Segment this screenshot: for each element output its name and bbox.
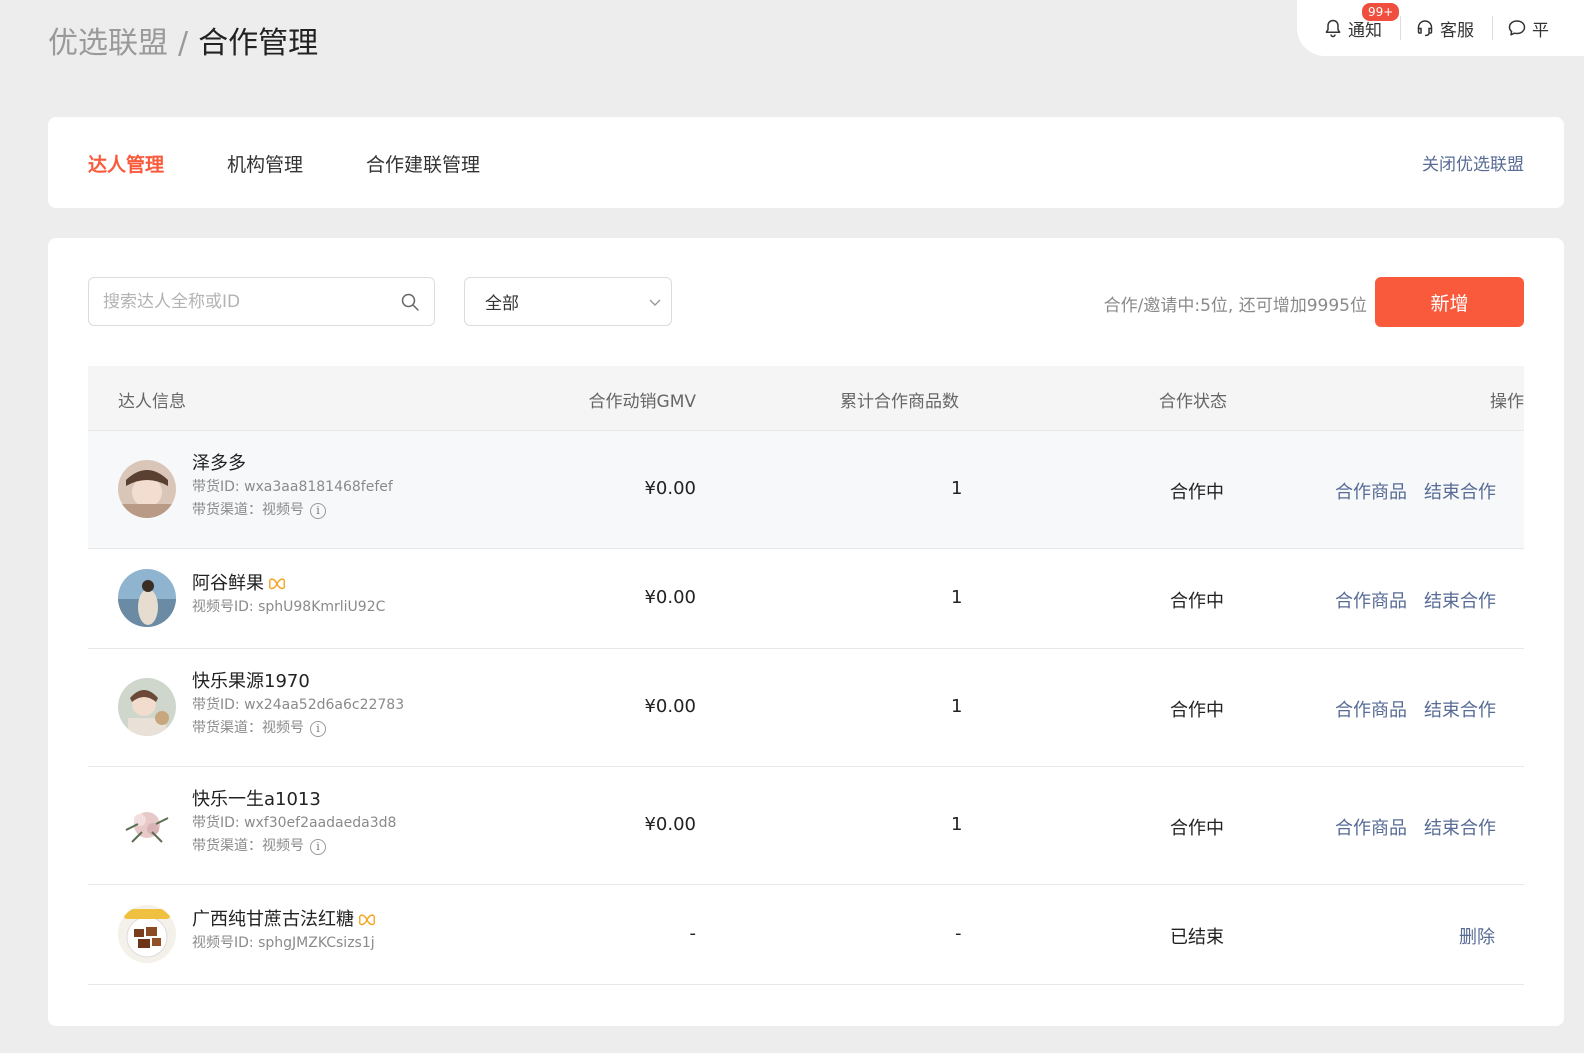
col-header-status: 合作状态 [1159,392,1227,412]
influencer-info: 阿谷鲜果 视频号ID: sphU98KmrliU92C [192,572,385,619]
butterfly-badge-icon [358,914,376,926]
search-box [88,277,435,326]
cooperation-products-link[interactable]: 合作商品 [1335,696,1407,722]
tab-agency-management[interactable]: 机构管理 [227,150,303,177]
gmv-value: ¥0.00 [644,696,696,717]
topbar-divider [1400,16,1401,40]
chat-bubble-icon [1508,20,1526,36]
col-header-actions: 操作 [1490,392,1524,412]
influencer-id: 视频号ID: sphgJMZKCsizs1j [192,935,375,951]
search-input[interactable] [103,291,400,312]
butterfly-badge-icon [268,578,286,590]
influencer-table: 达人信息 合作动销GMV 累计合作商品数 合作状态 操作 泽多多 带货ID: w… [88,366,1524,985]
table-row: 广西纯甘蔗古法红糖 视频号ID: sphgJMZKCsizs1j - - 已结束… [88,885,1524,985]
influencer-info: 快乐一生a1013 带货ID: wxf30ef2aadaeda3d8 带货渠道：… [192,788,396,858]
product-count-value: 1 [951,814,963,835]
influencer-channel: 带货渠道：视频号 i [192,835,396,858]
channel-text: 带货渠道：视频号 [192,720,304,736]
end-cooperation-link[interactable]: 结束合作 [1424,587,1496,613]
influencer-name: 阿谷鲜果 [192,573,264,594]
col-header-product-count: 累计合作商品数 [840,392,959,412]
gmv-value: ¥0.00 [644,814,696,835]
headset-icon [1417,20,1433,37]
tabs-card: 达人管理 机构管理 合作建联管理 关闭优选联盟 [48,117,1564,208]
notification-button[interactable]: 通知 99+ [1323,1,1401,41]
customer-service-label: 客服 [1440,20,1474,41]
cooperation-products-link[interactable]: 合作商品 [1335,587,1407,613]
cooperation-products-link[interactable]: 合作商品 [1335,814,1407,840]
status-filter-value: 全部 [485,294,519,314]
cooperation-products-link[interactable]: 合作商品 [1335,478,1407,504]
influencer-name-wrap: 广西纯甘蔗古法红糖 [192,908,376,932]
cooperation-status: 合作中 [1170,700,1224,721]
cooperation-status: 合作中 [1170,818,1224,839]
cooperation-status: 已结束 [1170,927,1224,948]
tab-influencer-management[interactable]: 达人管理 [88,150,164,177]
top-bar: 通知 99+ 客服 平 [1297,0,1584,56]
channel-text: 带货渠道：视频号 [192,502,304,518]
chevron-down-icon [649,299,661,306]
gmv-value: ¥0.00 [644,478,696,499]
table-row: 快乐一生a1013 带货ID: wxf30ef2aadaeda3d8 带货渠道：… [88,767,1524,885]
gmv-value: - [689,923,697,944]
product-count-value: 1 [951,478,963,499]
table-header: 达人信息 合作动销GMV 累计合作商品数 合作状态 操作 [88,366,1524,431]
breadcrumb-separator: / [178,26,189,61]
channel-text: 带货渠道：视频号 [192,838,304,854]
product-count-value: 1 [951,587,963,608]
influencer-id: 带货ID: wxa3aa8181468fefef [192,479,393,495]
influencer-name: 泽多多 [192,453,246,474]
influencer-info: 广西纯甘蔗古法红糖 视频号ID: sphgJMZKCsizs1j [192,908,376,955]
influencer-name: 快乐果源1970 [192,671,310,692]
avatar [118,569,176,627]
breadcrumb: 优选联盟 / 合作管理 [48,22,318,66]
notification-badge: 99+ [1361,1,1401,22]
influencer-name: 快乐一生a1013 [192,789,321,810]
bell-icon [1325,19,1341,38]
table-row: 阿谷鲜果 视频号ID: sphU98KmrliU92C ¥0.00 1 合作中 … [88,549,1524,649]
influencer-id: 带货ID: wxf30ef2aadaeda3d8 [192,815,397,831]
cooperation-status: 合作中 [1170,482,1224,503]
table-row: 泽多多 带货ID: wxa3aa8181468fefef 带货渠道：视频号 i ¥… [88,431,1524,549]
cooperation-status: 合作中 [1170,591,1224,612]
influencer-channel: 带货渠道：视频号 i [192,717,404,740]
page-title: 合作管理 [198,26,319,61]
main-card: 全部 合作/邀请中:5位, 还可增加9995位 新增 达人信息 合作动销GMV … [48,238,1564,1026]
product-count-value: 1 [951,696,963,717]
feedback-button[interactable]: 平 [1507,16,1549,41]
avatar [118,460,176,518]
avatar [118,678,176,736]
close-alliance-link[interactable]: 关闭优选联盟 [1422,150,1524,175]
info-icon[interactable]: i [310,838,326,855]
add-button[interactable]: 新增 [1375,277,1524,327]
quota-text: 合作/邀请中:5位, 还可增加9995位 [1103,296,1367,316]
feedback-label: 平 [1532,20,1549,41]
influencer-info: 快乐果源1970 带货ID: wx24aa52d6a6c22783 带货渠道：视… [192,670,404,740]
influencer-name-wrap: 阿谷鲜果 [192,572,385,596]
end-cooperation-link[interactable]: 结束合作 [1424,696,1496,722]
breadcrumb-parent[interactable]: 优选联盟 [48,26,168,61]
avatar [118,905,176,963]
delete-link[interactable]: 删除 [1459,923,1495,949]
end-cooperation-link[interactable]: 结束合作 [1424,814,1496,840]
topbar-divider [1492,16,1493,40]
info-icon[interactable]: i [310,502,326,519]
end-cooperation-link[interactable]: 结束合作 [1424,478,1496,504]
influencer-info: 泽多多 带货ID: wxa3aa8181468fefef 带货渠道：视频号 i [192,452,393,522]
status-filter-select[interactable]: 全部 [464,277,672,326]
influencer-name: 广西纯甘蔗古法红糖 [192,909,354,930]
product-count-value: - [955,923,962,944]
col-header-influencer-info: 达人信息 [118,392,186,412]
influencer-id: 视频号ID: sphU98KmrliU92C [192,599,386,615]
info-icon[interactable]: i [310,720,326,737]
col-header-gmv: 合作动销GMV [588,392,696,412]
table-row: 快乐果源1970 带货ID: wx24aa52d6a6c22783 带货渠道：视… [88,649,1524,767]
tab-cooperation-outreach[interactable]: 合作建联管理 [366,150,480,177]
customer-service-button[interactable]: 客服 [1415,16,1474,41]
search-icon[interactable] [400,292,420,312]
influencer-id: 带货ID: wx24aa52d6a6c22783 [192,697,405,713]
gmv-value: ¥0.00 [644,587,696,608]
influencer-channel: 带货渠道：视频号 i [192,499,393,522]
avatar [118,796,176,854]
